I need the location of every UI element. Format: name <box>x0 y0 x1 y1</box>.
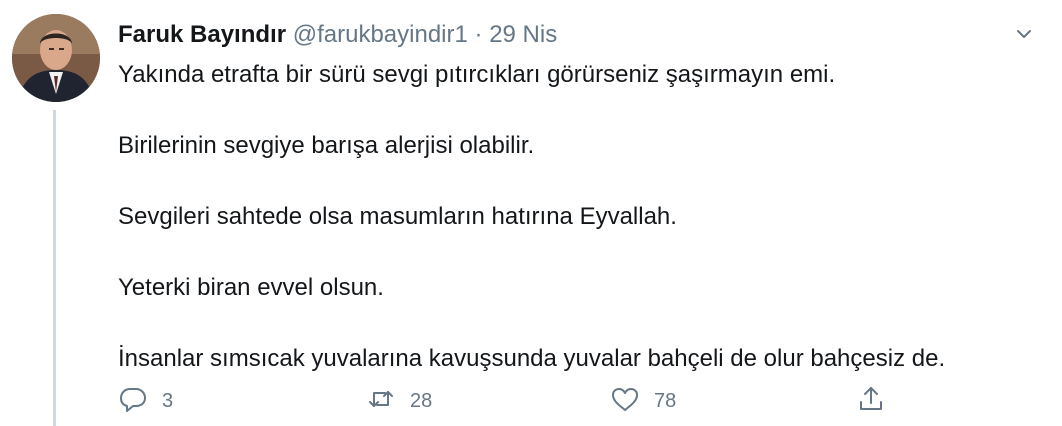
tweet-date[interactable]: 29 Nis <box>489 21 557 48</box>
tweet-card[interactable]: Faruk Bayındır @farukbayindir1 · 29 Nis … <box>0 0 1062 426</box>
like-button[interactable]: 78 <box>610 384 676 418</box>
tweet-line: Yakında etrafta bir sürü sevgi pıtırcıkl… <box>118 61 836 88</box>
retweet-button[interactable]: 28 <box>366 384 432 418</box>
tweet-line: İnsanlar sımsıcak yuvalarına kavuşsunda … <box>118 345 946 372</box>
avatar[interactable] <box>12 14 100 102</box>
like-count: 78 <box>654 389 677 412</box>
reply-icon <box>118 384 148 419</box>
author-name[interactable]: Faruk Bayındır <box>118 21 286 48</box>
tweet-actions: 3 28 78 <box>118 384 1018 418</box>
author-handle[interactable]: @farukbayindir1 <box>293 21 468 48</box>
retweet-icon <box>366 384 396 419</box>
chevron-down-icon[interactable] <box>1010 20 1038 48</box>
share-icon <box>856 384 886 419</box>
share-button[interactable] <box>856 384 886 418</box>
separator-dot: · <box>474 21 483 48</box>
tweet-line: Birilerinin sevgiye barışa alerjisi olab… <box>118 132 535 159</box>
reply-count: 3 <box>162 389 174 412</box>
tweet-header: Faruk Bayındır @farukbayindir1 · 29 Nis <box>118 20 557 50</box>
thread-line <box>53 110 56 426</box>
tweet-line: Sevgileri sahtede olsa masumların hatırı… <box>118 203 677 230</box>
tweet-text: Yakında etrafta bir sürü sevgi pıtırcıkl… <box>118 60 1048 415</box>
reply-button[interactable]: 3 <box>118 384 173 418</box>
tweet-line: Yeterki biran evvel olsun. <box>118 274 384 301</box>
avatar-image <box>12 14 100 102</box>
retweet-count: 28 <box>410 389 433 412</box>
heart-icon <box>610 384 640 419</box>
